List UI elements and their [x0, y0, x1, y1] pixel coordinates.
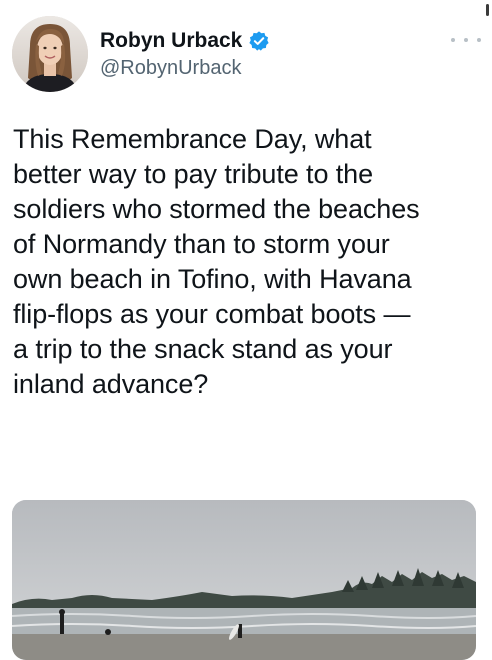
more-options-icon[interactable] [451, 30, 481, 50]
tweet: Robyn Urback @RobynUrback This Remembran… [0, 0, 492, 660]
scrollbar-mark [486, 4, 489, 16]
author-handle[interactable]: @RobynUrback [100, 57, 241, 80]
author-name[interactable]: Robyn Urback [100, 29, 242, 53]
tweet-media-photo[interactable] [12, 500, 476, 660]
tweet-text: This Remembrance Day, what better way to… [13, 124, 420, 399]
more-dot [477, 38, 481, 42]
author-name-row[interactable]: Robyn Urback [100, 27, 270, 55]
verified-badge-icon [248, 30, 270, 52]
author-avatar[interactable] [12, 16, 88, 92]
more-dot [464, 38, 468, 42]
more-dot [451, 38, 455, 42]
